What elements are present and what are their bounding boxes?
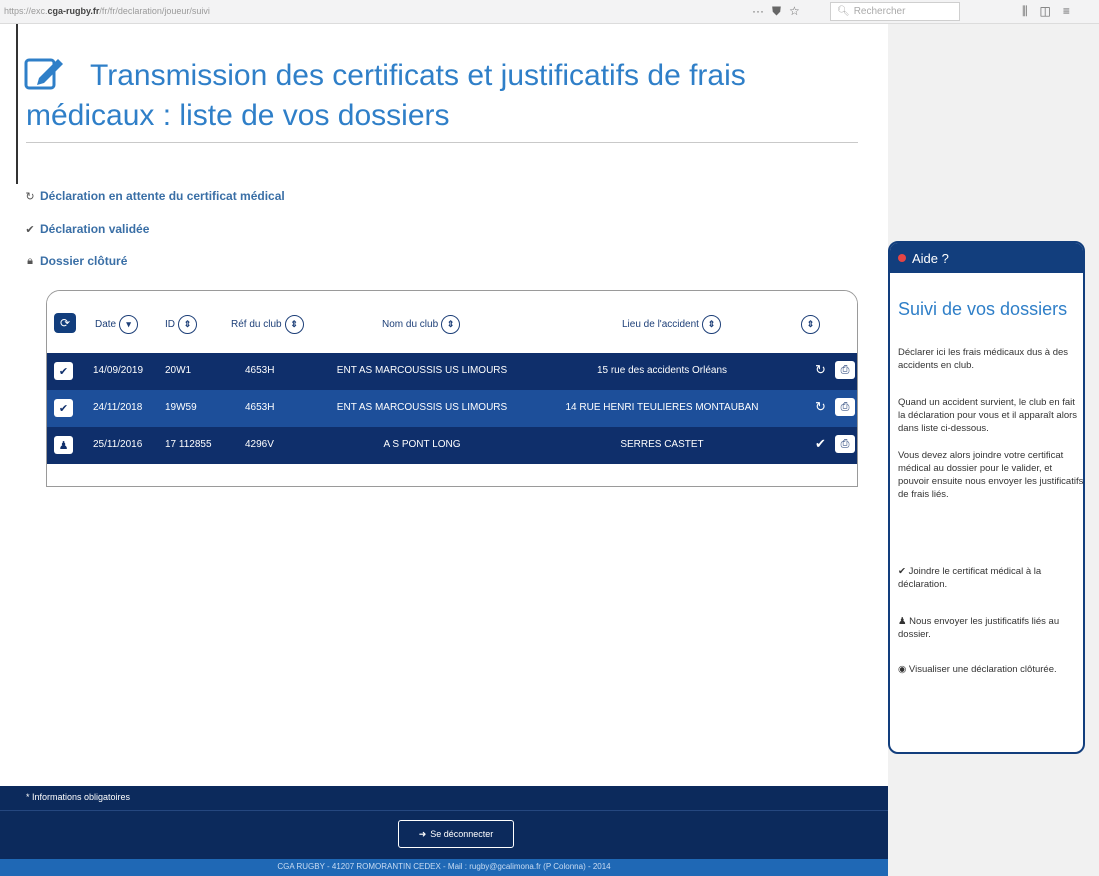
left-accent-rule bbox=[16, 24, 18, 184]
menu-icon[interactable]: ≡ bbox=[1063, 4, 1070, 19]
legend-pending: ↻ Déclaration en attente du certificat m… bbox=[24, 189, 285, 203]
table-row[interactable]: ✔ 14/09/2019 20W1 4653H ENT AS MARCOUSSI… bbox=[47, 353, 857, 390]
library-icon[interactable]: ⫼ bbox=[1022, 4, 1028, 19]
search-placeholder: Rechercher bbox=[853, 6, 906, 17]
check-icon: ✔ bbox=[25, 223, 35, 236]
legend-pending-label: Déclaration en attente du certificat méd… bbox=[40, 189, 285, 203]
legend-closed: 🔒︎ Dossier clôturé bbox=[24, 254, 127, 268]
help-header-label: Aide ? bbox=[912, 250, 949, 266]
logout-label: Se déconnecter bbox=[430, 829, 494, 839]
help-panel: Aide ? Suivi de vos dossiers Déclarer ic… bbox=[888, 241, 1085, 754]
cell-club: A S PONT LONG bbox=[383, 439, 461, 450]
legend-closed-label: Dossier clôturé bbox=[40, 254, 128, 268]
help-dot-icon bbox=[898, 254, 906, 262]
shield-icon[interactable]: ⛊ bbox=[772, 4, 781, 19]
cell-club: ENT AS MARCOUSSIS US LIMOURS bbox=[336, 365, 508, 376]
check-icon: ✔ bbox=[815, 436, 826, 451]
print-icon: ⎙ bbox=[840, 400, 850, 413]
cell-ref: 4296V bbox=[245, 439, 274, 450]
column-status[interactable]: ⇕ bbox=[801, 315, 820, 334]
footer-divider bbox=[0, 810, 888, 811]
cell-lieu: 14 RUE HENRI TEULIERES MONTAUBAN bbox=[565, 402, 759, 413]
page-action-icons: ··· ⛊ ☆ bbox=[752, 4, 800, 19]
url-domain: cga-rugby.fr bbox=[47, 6, 100, 16]
cell-club: ENT AS MARCOUSSIS US LIMOURS bbox=[336, 402, 508, 413]
cell-id: 17 112855 bbox=[165, 439, 212, 450]
send-justificatifs-button[interactable]: ♟ bbox=[54, 436, 73, 454]
print-icon: ⎙ bbox=[840, 437, 850, 450]
cell-date: 25/11/2016 bbox=[93, 439, 143, 450]
help-paragraph: Vous devez alors joindre votre certifica… bbox=[898, 450, 1084, 500]
search-icon: 🔍︎ bbox=[837, 6, 850, 17]
sort-icon[interactable]: ⇕ bbox=[284, 315, 304, 334]
page-title: Transmission des certificats et justific… bbox=[26, 59, 746, 132]
check-icon: ✔ bbox=[58, 402, 69, 415]
validate-button[interactable]: ✔ bbox=[54, 399, 73, 417]
sort-icon[interactable]: ⇕ bbox=[701, 315, 721, 334]
column-id-label: ID bbox=[165, 319, 175, 330]
column-ref-label: Réf du club bbox=[231, 319, 282, 330]
column-club[interactable]: Nom du club ⇕ bbox=[382, 315, 461, 334]
clock-icon: ↻ bbox=[815, 362, 826, 377]
column-lieu-label: Lieu de l'accident bbox=[622, 319, 699, 330]
sort-icon[interactable]: ⇕ bbox=[441, 315, 461, 334]
dossiers-table: ⟳ Date ▾ ID ⇕ Réf du club ⇕ Nom du club … bbox=[46, 290, 858, 487]
legend-validated-label: Déclaration validée bbox=[40, 222, 150, 236]
cell-date: 14/09/2019 bbox=[93, 365, 144, 376]
more-icon[interactable]: ··· bbox=[752, 4, 764, 19]
validate-button[interactable]: ✔ bbox=[54, 362, 73, 380]
column-ref[interactable]: Réf du club ⇕ bbox=[231, 315, 304, 334]
help-paragraph: Quand un accident survient, le club en f… bbox=[898, 397, 1078, 434]
required-fields-note: * Informations obligatoires bbox=[26, 792, 131, 802]
sort-icon[interactable]: ⇕ bbox=[178, 315, 197, 334]
cell-date: 24/11/2018 bbox=[93, 402, 143, 413]
help-header[interactable]: Aide ? bbox=[890, 243, 1083, 273]
toolbar-icons: ⫼ ◫ ≡ bbox=[1022, 4, 1070, 19]
footer-copyright: CGA RUGBY - 41207 ROMORANTIN CEDEX - Mai… bbox=[277, 862, 611, 871]
check-icon: ✔ bbox=[58, 365, 69, 378]
column-id[interactable]: ID ⇕ bbox=[165, 315, 197, 334]
sort-icon[interactable]: ⇕ bbox=[801, 315, 820, 334]
refresh-icon: ⟳ bbox=[59, 316, 71, 330]
url-prefix: https://exc. bbox=[4, 6, 48, 16]
star-icon[interactable]: ☆ bbox=[789, 4, 800, 19]
user-icon: ♟ bbox=[58, 439, 69, 452]
table-row[interactable]: ♟ 25/11/2016 17 112855 4296V A S PONT LO… bbox=[47, 427, 857, 464]
cell-id: 19W59 bbox=[165, 402, 197, 413]
print-icon: ⎙ bbox=[840, 363, 850, 376]
clock-icon: ↻ bbox=[25, 190, 35, 203]
address-bar[interactable]: https://exc.cga-rugby.fr/fr/fr/declarati… bbox=[4, 6, 210, 16]
column-lieu[interactable]: Lieu de l'accident ⇕ bbox=[622, 315, 721, 334]
print-button[interactable]: ⎙ bbox=[835, 398, 855, 416]
print-button[interactable]: ⎙ bbox=[835, 361, 855, 379]
browser-search-input[interactable]: 🔍︎ Rechercher bbox=[830, 2, 960, 21]
lock-icon: 🔒︎ bbox=[27, 254, 33, 267]
column-date-label: Date bbox=[95, 319, 117, 330]
logout-button[interactable]: ➜ Se déconnecter bbox=[398, 820, 514, 848]
print-button[interactable]: ⎙ bbox=[835, 435, 855, 453]
refresh-button[interactable]: ⟳ bbox=[54, 313, 76, 333]
help-title: Suivi de vos dossiers bbox=[898, 299, 1068, 319]
logout-icon: ➜ bbox=[418, 828, 427, 839]
cell-id: 20W1 bbox=[165, 365, 192, 376]
sidebar-icon[interactable]: ◫ bbox=[1040, 4, 1051, 19]
cell-ref: 4653H bbox=[245, 365, 275, 376]
column-club-label: Nom du club bbox=[382, 319, 439, 330]
sort-desc-icon[interactable]: ▾ bbox=[119, 315, 139, 334]
table-header: ⟳ Date ▾ ID ⇕ Réf du club ⇕ Nom du club … bbox=[47, 291, 857, 353]
cell-lieu: 15 rue des accidents Orléans bbox=[596, 365, 728, 376]
browser-toolbar: https://exc.cga-rugby.fr/fr/fr/declarati… bbox=[0, 0, 1099, 24]
column-date[interactable]: Date ▾ bbox=[95, 315, 139, 334]
table-row[interactable]: ✔ 24/11/2018 19W59 4653H ENT AS MARCOUSS… bbox=[47, 390, 857, 427]
help-paragraph: ♟ Nous envoyer les justificatifs liés au… bbox=[898, 616, 1060, 640]
url-path: /fr/fr/declaration/joueur/suivi bbox=[99, 6, 210, 16]
cell-ref: 4653H bbox=[245, 402, 275, 413]
cell-lieu: SERRES CASTET bbox=[620, 439, 704, 450]
help-paragraph: ◉ Visualiser une déclaration clôturée. bbox=[898, 664, 1057, 675]
legend-validated: ✔ Déclaration validée bbox=[24, 222, 149, 236]
help-paragraph: ✔ Joindre le certificat médical à la déc… bbox=[898, 566, 1042, 590]
help-paragraph: Déclarer ici les frais médicaux dus à de… bbox=[898, 347, 1069, 371]
title-divider bbox=[26, 142, 858, 143]
clock-icon: ↻ bbox=[815, 399, 826, 414]
